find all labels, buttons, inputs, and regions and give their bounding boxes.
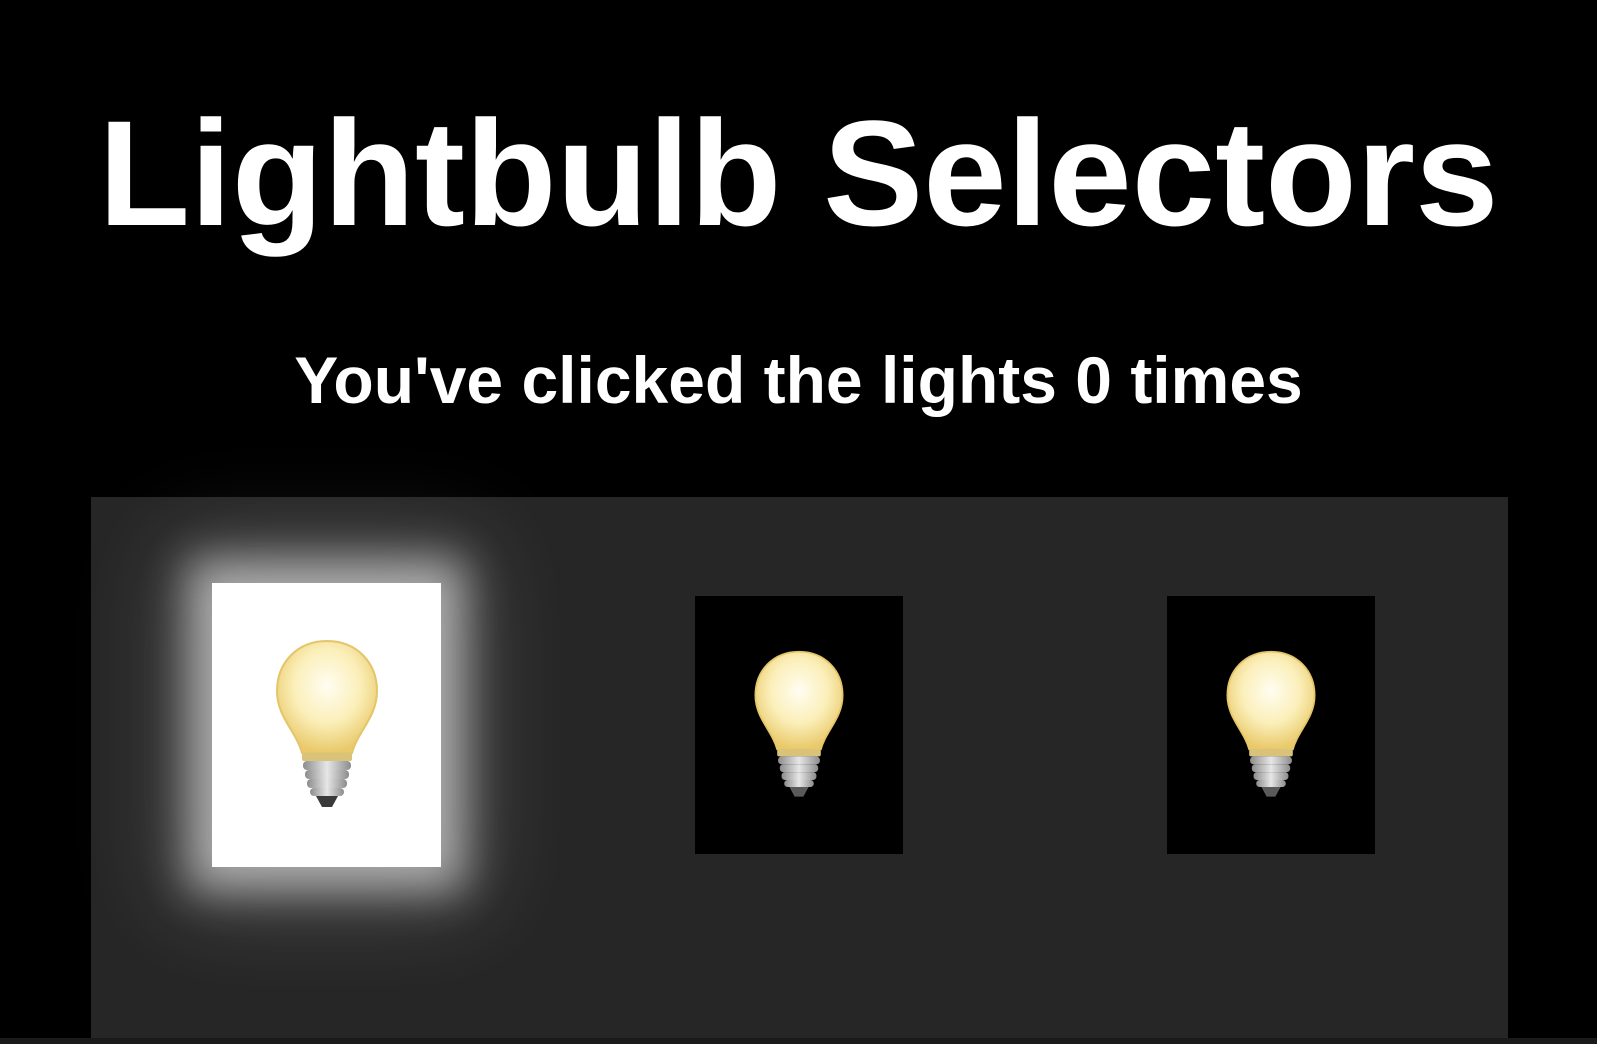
lightbulb-icon [754, 650, 844, 797]
bulb-panel [91, 497, 1508, 1044]
lightbulb-icon [275, 639, 378, 807]
lightbulb-icon [1226, 650, 1316, 797]
page: Lightbulb Selectors You've clicked the l… [0, 0, 1597, 1044]
click-counter: You've clicked the lights 0 times [294, 343, 1303, 417]
bulb-card-1[interactable] [212, 583, 441, 867]
bulb-card-2[interactable] [695, 596, 903, 854]
page-title: Lightbulb Selectors [98, 89, 1499, 257]
bulb-card-3[interactable] [1167, 596, 1375, 854]
window-bottom-edge [0, 1038, 1597, 1044]
